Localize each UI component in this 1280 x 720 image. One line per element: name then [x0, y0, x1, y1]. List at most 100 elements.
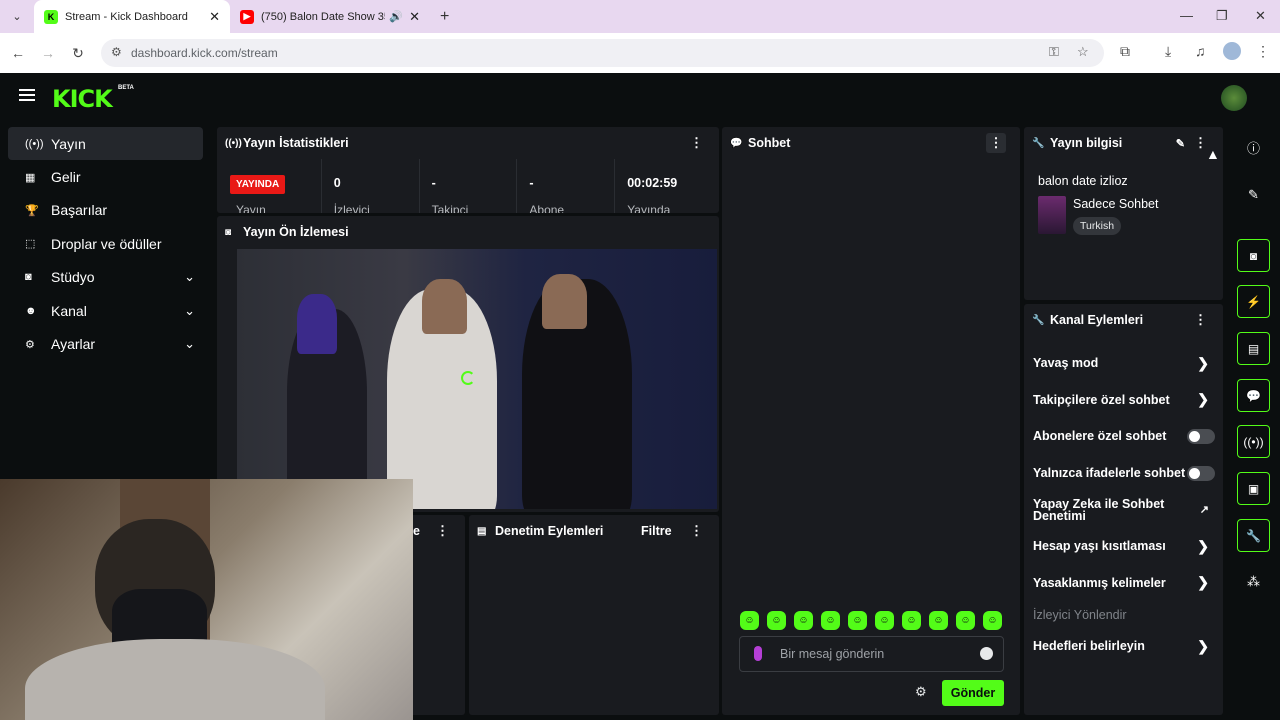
close-tab-icon[interactable]: ✕	[209, 9, 220, 25]
user-avatar[interactable]	[1221, 85, 1247, 111]
back-icon[interactable]: ←	[3, 45, 33, 61]
beta-badge: BETA	[118, 85, 134, 91]
more-options-icon[interactable]: ⋮	[690, 135, 703, 151]
download-icon[interactable]: ⤓	[1165, 43, 1171, 60]
camera-icon[interactable]: ▣	[1237, 472, 1270, 505]
stream-preview-video[interactable]	[237, 249, 717, 509]
profile-avatar[interactable]	[1223, 42, 1241, 60]
hamburger-menu-icon[interactable]	[19, 89, 35, 91]
chat-settings-icon[interactable]: ⚙	[915, 684, 927, 700]
tab-search-button[interactable]: ⌄	[6, 6, 28, 28]
emote-icon[interactable]: ☺	[740, 611, 759, 630]
emote-icon[interactable]: ☺	[875, 611, 894, 630]
media-control-icon[interactable]: ♫	[1195, 43, 1206, 59]
sidebar-item-ayarlar[interactable]: ⚙ Ayarlar ⌄	[8, 327, 203, 360]
subscribers-only-toggle[interactable]	[1187, 428, 1215, 444]
chevron-right-icon: ❯	[1197, 574, 1209, 591]
layout-dots-icon[interactable]: ⁂	[1237, 565, 1270, 598]
browser-tab-youtube[interactable]: ▶ (750) Balon Date Show 35. B 🔊 ✕	[230, 0, 430, 33]
sidebar-item-droplar[interactable]: ⬚ Droplar ve ödüller	[8, 227, 203, 260]
send-button[interactable]: Gönder	[942, 680, 1004, 706]
filter-button[interactable]: Filtre	[641, 524, 672, 538]
sidebar-item-kanal[interactable]: ☻ Kanal ⌄	[8, 294, 203, 327]
more-options-icon[interactable]: ⋮	[986, 133, 1006, 153]
minimize-icon[interactable]: —	[1180, 8, 1193, 23]
kick-logo[interactable]: KICK	[52, 85, 113, 113]
browser-menu-icon[interactable]: ⋮	[1256, 43, 1270, 60]
trophy-icon: 🏆	[25, 204, 39, 217]
category-thumbnail[interactable]	[1038, 196, 1066, 234]
emote-icon[interactable]: ☺	[848, 611, 867, 630]
wrench-icon: 🔧	[1032, 137, 1045, 149]
gear-icon: ⚙	[25, 338, 35, 351]
new-tab-button[interactable]: +	[440, 8, 449, 26]
emote-only-toggle[interactable]	[1187, 465, 1215, 481]
emoji-picker-icon[interactable]	[980, 647, 993, 660]
action-banned-words[interactable]: Yasaklanmış kelimeler ❯	[1033, 565, 1213, 602]
close-window-icon[interactable]: ✕	[1255, 8, 1266, 24]
sidebar-item-gelir[interactable]: ▦ Gelir	[8, 160, 203, 193]
sidebar-item-studyo[interactable]: ◙ Stüdyo ⌄	[8, 261, 203, 294]
tab-title: Stream - Kick Dashboard	[65, 10, 188, 23]
action-account-age[interactable]: Hesap yaşı kısıtlaması ❯	[1033, 528, 1213, 565]
category-name[interactable]: Sadece Sohbet	[1073, 197, 1159, 211]
more-options-icon[interactable]: ⋮	[436, 523, 449, 539]
more-options-icon[interactable]: ⋮	[1194, 312, 1207, 328]
stream-info-header: 🔧 Yayın bilgisi ✎ ⋮	[1024, 127, 1223, 159]
kick-favicon-icon: K	[44, 9, 58, 24]
emote-icon[interactable]: ☺	[929, 611, 948, 630]
chat-bubble-icon[interactable]: 💬	[1237, 379, 1270, 412]
emote-icon[interactable]: ☺	[902, 611, 921, 630]
extensions-icon[interactable]: ⧉	[1120, 43, 1130, 60]
stat-viewers: 0 İzleyici	[322, 159, 420, 213]
emote-icon[interactable]: ☺	[794, 611, 813, 630]
action-slow-mode[interactable]: Yavaş mod ❯	[1033, 345, 1213, 382]
browser-tab-kick[interactable]: K Stream - Kick Dashboard ✕	[34, 0, 230, 33]
panel-title: Sohbet	[748, 136, 791, 150]
emote-icon[interactable]: ☺	[956, 611, 975, 630]
channel-icon: ☻	[25, 304, 37, 317]
preview-header: ◙ Yayın Ön İzlemesi	[217, 216, 719, 248]
microphone-icon[interactable]	[754, 646, 762, 661]
emote-icon[interactable]: ☺	[983, 611, 1002, 630]
studio-icon: ◙	[25, 271, 32, 284]
chat-message-input[interactable]: Bir mesaj gönderin	[739, 636, 1004, 672]
emote-icon[interactable]: ☺	[767, 611, 786, 630]
more-options-icon[interactable]: ⋮	[690, 523, 703, 539]
action-followers-only[interactable]: Takipçilere özel sohbet ❯	[1033, 382, 1213, 419]
emote-icon[interactable]: ☺	[821, 611, 840, 630]
address-bar[interactable]: ⚙ dashboard.kick.com/stream ⚿ ☆	[101, 39, 1104, 67]
speaker-icon[interactable]: 🔊	[389, 10, 403, 23]
panel-title: Yayın İstatistikleri	[243, 136, 349, 150]
chevron-down-icon: ⌄	[184, 269, 195, 285]
reload-icon[interactable]: ↻	[63, 45, 93, 62]
edit-pencil-icon[interactable]: ✎	[1237, 178, 1270, 211]
action-label: Hesap yaşı kısıtlaması	[1033, 539, 1166, 554]
stream-stats-panel: ((•)) Yayın İstatistikleri ⋮ YAYINDA Yay…	[217, 127, 719, 213]
sidebar-item-basarilar[interactable]: 🏆 Başarılar	[8, 194, 203, 227]
bookmark-star-icon[interactable]: ☆	[1077, 44, 1089, 60]
close-tab-icon[interactable]: ✕	[409, 9, 420, 25]
preview-toggle-icon[interactable]: ◙	[1237, 239, 1270, 272]
broadcast-icon[interactable]: ((•))	[1237, 425, 1270, 458]
sidebar: ((•)) Yayın ▦ Gelir 🏆 Başarılar ⬚ Dropla…	[0, 127, 213, 361]
sidebar-item-yayin[interactable]: ((•)) Yayın	[8, 127, 203, 161]
preview-figure	[422, 279, 467, 334]
moderation-header: ▤ Denetim Eylemleri Filtre ⋮	[469, 515, 719, 547]
document-icon[interactable]: ▤	[1237, 332, 1270, 365]
site-settings-icon[interactable]: ⚙	[111, 45, 122, 59]
action-label: Yasaklanmış kelimeler	[1033, 575, 1166, 590]
wrench-icon[interactable]: 🔧	[1237, 519, 1270, 552]
action-ai-moderation[interactable]: Yapay Zeka ile Sohbet Denetimi ↗	[1033, 491, 1213, 528]
stats-header: ((•)) Yayın İstatistikleri ⋮	[217, 127, 719, 159]
action-set-goals[interactable]: Hedefleri belirleyin ❯	[1033, 628, 1213, 665]
info-icon[interactable]: ⓘ	[1237, 131, 1270, 164]
key-icon[interactable]: ⚿	[1049, 44, 1059, 60]
stat-label: Yayında	[627, 203, 671, 213]
forward-icon[interactable]: →	[33, 45, 63, 61]
webcam-overlay	[0, 479, 413, 720]
lightning-icon[interactable]: ⚡	[1237, 285, 1270, 318]
action-label: Takipçilere özel sohbet	[1033, 392, 1170, 407]
edit-pencil-icon[interactable]: ✎	[1176, 137, 1185, 150]
maximize-icon[interactable]: ❐	[1216, 8, 1228, 24]
